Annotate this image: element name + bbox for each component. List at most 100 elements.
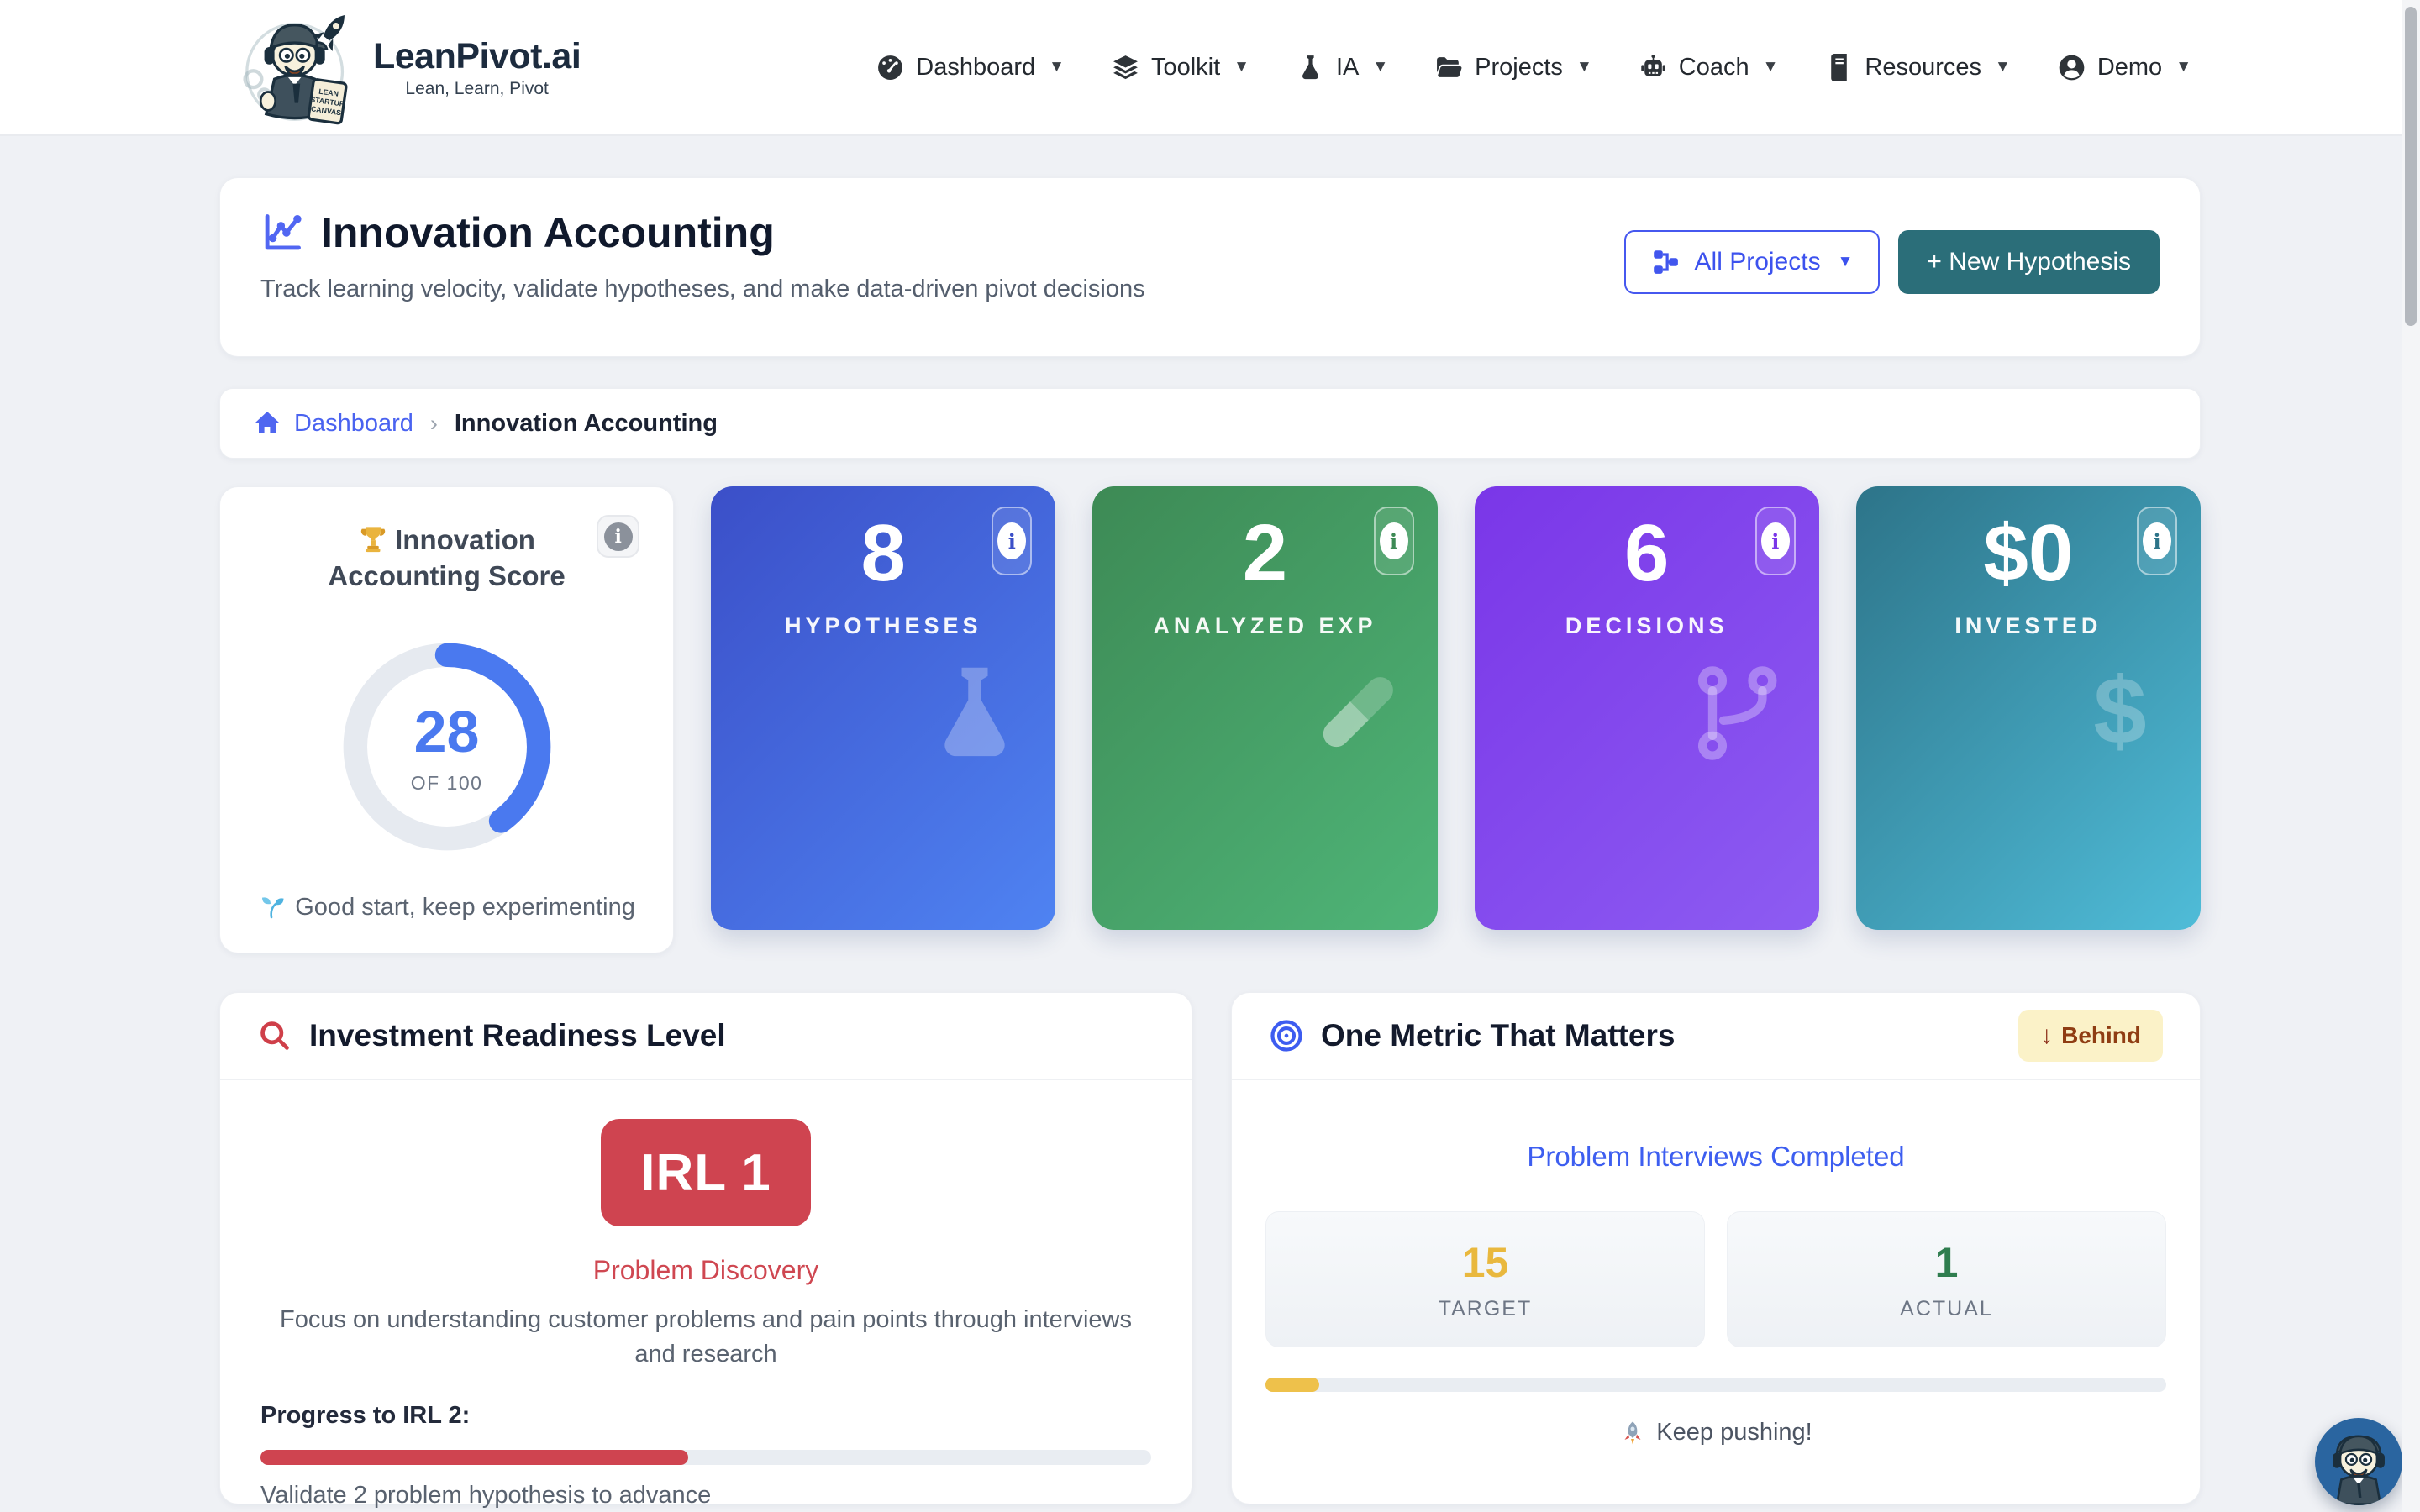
omtm-card-header: One Metric That Matters ↓ Behind xyxy=(1232,993,2200,1080)
chevron-down-icon: ▼ xyxy=(1049,58,1065,76)
info-icon[interactable]: i xyxy=(2137,507,2177,575)
info-icon[interactable]: i xyxy=(1755,507,1796,575)
irl-description: Focus on understanding customer problems… xyxy=(269,1303,1143,1372)
omtm-note: Keep pushing! xyxy=(1232,1419,2200,1446)
robot-icon xyxy=(1639,54,1667,81)
dollar-icon: $ xyxy=(2068,653,2172,774)
irl-stage: Problem Discovery xyxy=(220,1255,1192,1286)
scrollbar-track xyxy=(2402,0,2420,1512)
score-of-label: OF 100 xyxy=(411,772,483,795)
chevron-down-icon: ▼ xyxy=(1995,58,2011,76)
info-icon[interactable]: i xyxy=(1374,507,1414,575)
chevron-down-icon: ▼ xyxy=(1576,58,1592,76)
omtm-progress-track xyxy=(1265,1378,2166,1392)
omtm-metric-name: Problem Interviews Completed xyxy=(1232,1141,2200,1173)
target-value: 15 xyxy=(1462,1238,1509,1287)
nav-item-toolkit[interactable]: Toolkit ▼ xyxy=(1112,54,1249,81)
nav-label: Resources xyxy=(1865,54,1981,81)
all-projects-button[interactable]: All Projects ▼ xyxy=(1624,230,1881,294)
chevron-down-icon: ▼ xyxy=(2175,58,2191,76)
svg-text:$: $ xyxy=(2093,658,2146,764)
omtm-card: One Metric That Matters ↓ Behind Problem… xyxy=(1231,992,2201,1504)
page-header-card: Innovation Accounting Track learning vel… xyxy=(219,177,2201,357)
test-tube-icon xyxy=(1305,653,1409,774)
score-footer: Good start, keep experimenting xyxy=(220,894,673,921)
page-header-left: Innovation Accounting Track learning vel… xyxy=(260,208,1145,326)
nav-label: Coach xyxy=(1679,54,1749,81)
omtm-metric-grid: 15 TARGET 1 ACTUAL xyxy=(1232,1211,2200,1347)
page-title: Innovation Accounting xyxy=(321,208,775,257)
nav-item-dashboard[interactable]: Dashboard ▼ xyxy=(876,54,1065,81)
chevron-down-icon: ▼ xyxy=(1763,58,1779,76)
mascot-avatar-icon xyxy=(2323,1428,2395,1505)
line-chart-icon xyxy=(260,211,304,255)
book-icon xyxy=(1825,54,1853,81)
brand-tagline: Lean, Learn, Pivot xyxy=(405,79,548,99)
scrollbar-thumb[interactable] xyxy=(2405,7,2417,326)
breadcrumb-dashboard-link[interactable]: Dashboard xyxy=(294,410,413,438)
rocket-icon xyxy=(1619,1420,1646,1446)
down-arrow-icon: ↓ xyxy=(2040,1021,2053,1050)
new-hypothesis-label: + New Hypothesis xyxy=(1927,248,2131,276)
status-badge-label: Behind xyxy=(2061,1022,2141,1049)
main-content: Innovation Accounting Track learning vel… xyxy=(219,136,2201,1504)
irl-card-title: Investment Readiness Level xyxy=(309,1018,726,1053)
chat-assistant-button[interactable] xyxy=(2315,1418,2402,1505)
nav-label: IA xyxy=(1336,54,1359,81)
stat-card-invested: i $0 INVESTED $ xyxy=(1856,486,2201,930)
trophy-icon xyxy=(358,524,388,554)
irl-card-header: Investment Readiness Level xyxy=(220,993,1192,1080)
chevron-down-icon: ▼ xyxy=(1372,58,1388,76)
page-header-actions: All Projects ▼ + New Hypothesis xyxy=(1624,230,2160,326)
irl-level-badge: IRL 1 xyxy=(601,1119,811,1226)
ia-score-card: i Innovation Accounting Score 28 OF 10 xyxy=(219,486,674,953)
nav-item-projects[interactable]: Projects ▼ xyxy=(1435,54,1592,81)
status-badge[interactable]: ↓ Behind xyxy=(2018,1010,2163,1062)
actual-label: ACTUAL xyxy=(1900,1297,1993,1321)
brand-name: LeanPivot.ai xyxy=(373,36,581,77)
flask-icon xyxy=(923,653,1027,774)
new-hypothesis-button[interactable]: + New Hypothesis xyxy=(1898,230,2160,294)
info-icon[interactable]: i xyxy=(597,515,639,558)
stat-card-analyzed-exp: i 2 ANALYZED EXP xyxy=(1092,486,1437,930)
git-branch-icon xyxy=(1686,653,1791,774)
stat-label: HYPOTHESES xyxy=(711,613,1055,639)
folder-open-icon xyxy=(1435,54,1463,81)
nav-label: Demo xyxy=(2097,54,2162,81)
irl-progress-label: Progress to IRL 2: xyxy=(260,1402,1192,1430)
home-icon xyxy=(254,410,281,437)
nav-label: Toolkit xyxy=(1151,54,1220,81)
layers-icon xyxy=(1112,54,1139,81)
nav-item-coach[interactable]: Coach ▼ xyxy=(1639,54,1779,81)
nav-item-ia[interactable]: IA ▼ xyxy=(1297,54,1388,81)
nav-item-resources[interactable]: Resources ▼ xyxy=(1825,54,2010,81)
mascot-logo-icon: LEAN STARTUP CANVAS xyxy=(232,8,365,127)
target-icon xyxy=(1269,1018,1304,1053)
score-card-title: Innovation Accounting Score xyxy=(283,522,611,595)
irl-progress-note: Validate 2 problem hypothesis to advance xyxy=(260,1482,1192,1509)
nav-item-demo[interactable]: Demo ▼ xyxy=(2058,54,2191,81)
main-nav: Dashboard ▼ Toolkit ▼ IA ▼ Projects xyxy=(876,54,2191,81)
nav-label: Projects xyxy=(1475,54,1563,81)
search-icon xyxy=(257,1018,292,1053)
actual-value: 1 xyxy=(1935,1238,1959,1287)
nav-label: Dashboard xyxy=(916,54,1035,81)
info-icon[interactable]: i xyxy=(992,507,1032,575)
detail-row: Investment Readiness Level IRL 1 Problem… xyxy=(219,992,2201,1504)
irl-card: Investment Readiness Level IRL 1 Problem… xyxy=(219,992,1192,1504)
stat-label: INVESTED xyxy=(1856,613,2201,639)
stat-card-decisions: i 6 DECISIONS xyxy=(1475,486,1819,930)
omtm-progress-fill xyxy=(1265,1378,1319,1392)
breadcrumb-separator: › xyxy=(427,411,441,437)
page-subtitle: Track learning velocity, validate hypoth… xyxy=(260,276,1145,303)
brand-text: LeanPivot.ai Lean, Learn, Pivot xyxy=(373,36,581,99)
all-projects-label: All Projects xyxy=(1695,248,1821,276)
target-box: 15 TARGET xyxy=(1265,1211,1705,1347)
target-label: TARGET xyxy=(1439,1297,1533,1321)
chevron-down-icon: ▼ xyxy=(1838,253,1854,271)
irl-progress-track xyxy=(260,1450,1151,1465)
score-value: 28 xyxy=(414,698,480,765)
omtm-card-title: One Metric That Matters xyxy=(1321,1018,1675,1053)
brand-logo[interactable]: LEAN STARTUP CANVAS LeanPivot.ai Lean, L… xyxy=(232,8,581,127)
person-circle-icon xyxy=(2058,54,2086,81)
